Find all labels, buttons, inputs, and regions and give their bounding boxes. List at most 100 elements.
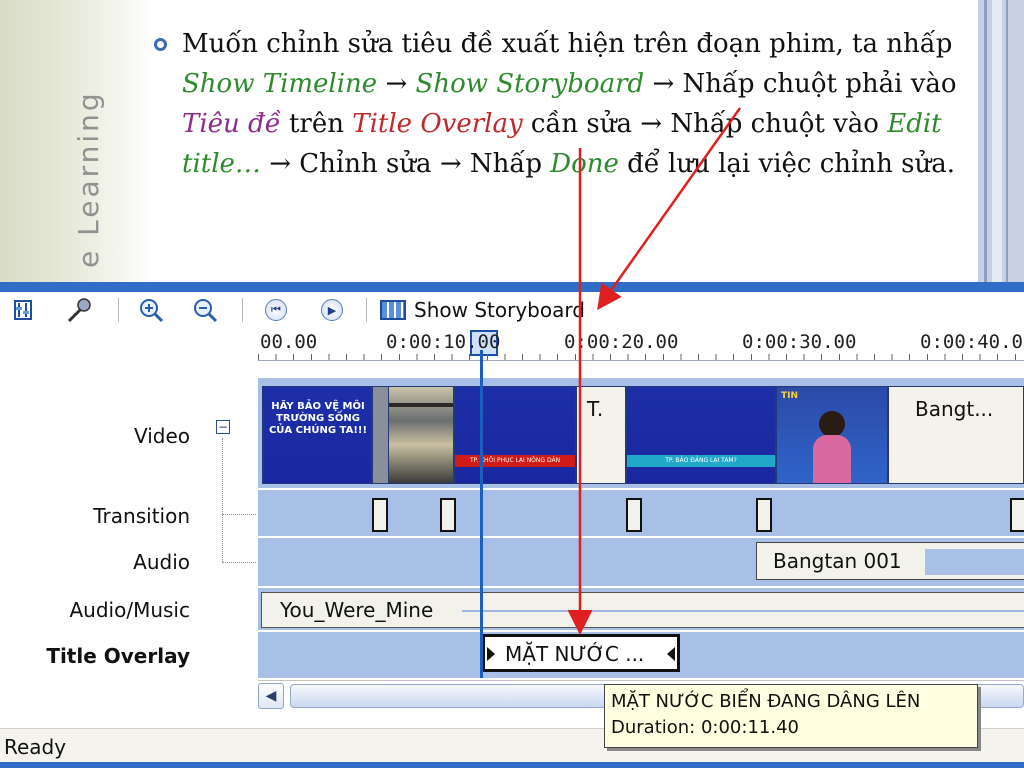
- ruler-tick-label: 0:00:10.00: [386, 331, 501, 353]
- audio-waveform: [925, 549, 1024, 575]
- minus-icon: −: [217, 420, 229, 434]
- title-tooltip: MẶT NƯỚC BIỂN ĐANG DÂNG LÊN Duration: 0:…: [604, 684, 978, 748]
- scroll-left-button[interactable]: ◀: [258, 683, 284, 709]
- audio-clip-label: Bangtan 001: [773, 549, 902, 573]
- window-top-border: [0, 282, 1024, 292]
- tooltip-title: MẶT NƯỚC BIỂN ĐANG DÂNG LÊN: [611, 691, 921, 712]
- track-label-video: Video: [133, 424, 190, 448]
- presenter-body: [813, 435, 851, 483]
- timeline-toolbar: ⏮ ▶ Show Storyboard: [0, 292, 1024, 328]
- transition-track: [258, 490, 1024, 536]
- ruler-tick-label: 0:00:20.00: [564, 331, 679, 353]
- video-clip[interactable]: TP. KHÔI PHỤC LẠI NÔNG DÂN: [454, 386, 576, 484]
- slide: e Learning Muốn chỉnh sửa tiêu đề xuất h…: [0, 0, 1024, 282]
- track-label-title-overlay: Title Overlay: [46, 644, 190, 668]
- text-show-timeline: Show Timeline: [182, 69, 378, 99]
- text-part: cần sửa: [530, 109, 633, 139]
- clip-horizon: [389, 403, 453, 407]
- show-storyboard-label: Show Storyboard: [414, 298, 585, 322]
- rewind-button[interactable]: ⏮: [262, 297, 290, 323]
- playhead-line[interactable]: [480, 350, 483, 678]
- audio-track: Bangtan 001: [258, 538, 1024, 586]
- text-part: để lưu lại việc chỉnh sửa.: [627, 149, 955, 179]
- music-clip[interactable]: You_Were_Mine: [261, 592, 1024, 628]
- trim-left-icon: [487, 647, 495, 661]
- text-part: Nhấp: [469, 149, 542, 179]
- text-show-storyboard: Show Storyboard: [415, 69, 645, 99]
- clip-caption: HÃY BẢO VỆ MÔI TRƯỜNG SỐNG CỦA CHÚNG TA!…: [268, 401, 368, 436]
- track-label-music: Audio/Music: [69, 598, 191, 622]
- transition-marker[interactable]: [756, 498, 772, 532]
- track-label-audio: Audio: [133, 550, 190, 574]
- video-clip[interactable]: [388, 386, 454, 484]
- arrow: →: [385, 69, 408, 99]
- video-clip[interactable]: TIN: [776, 386, 888, 484]
- toolbar-separator: [366, 298, 367, 322]
- rewind-icon: ⏮: [265, 299, 287, 321]
- decoration-line: [1006, 0, 1008, 282]
- ruler-tick-label: 00.00: [260, 331, 318, 353]
- text-part: Muốn chỉnh sửa tiêu đề xuất hiện trên đo…: [182, 29, 953, 59]
- transition-marker[interactable]: [626, 498, 642, 532]
- collapse-video-button[interactable]: −: [216, 420, 230, 434]
- clip-label: T.: [587, 397, 604, 421]
- zoom-in-button[interactable]: [136, 297, 166, 323]
- transition-marker[interactable]: [1010, 498, 1024, 532]
- decoration-line: [992, 0, 1002, 282]
- toolbar-separator: [118, 298, 119, 322]
- tree-line: [222, 562, 256, 563]
- text-part: Nhấp chuột vào: [670, 109, 879, 139]
- audio-clip[interactable]: Bangtan 001: [756, 542, 1024, 580]
- music-clip-label: You_Were_Mine: [280, 598, 434, 622]
- transition-marker[interactable]: [440, 498, 456, 532]
- text-tieu-de: Tiêu đề: [182, 109, 281, 139]
- clip-caption: TP. KHÔI PHỤC LẠI NÔNG DÂN: [455, 455, 575, 467]
- arrow: →: [652, 69, 675, 99]
- zoom-out-button[interactable]: [190, 297, 220, 323]
- arrow: →: [640, 109, 663, 139]
- text-title-overlay: Title Overlay: [352, 109, 523, 139]
- title-overlay-track: MẶT NƯỚC ...: [258, 632, 1024, 678]
- timeline-ruler[interactable]: 00.00 0:00:10.00 0:00:20.00 0:00:30.00 0…: [258, 328, 1024, 361]
- show-storyboard-button[interactable]: Show Storyboard: [380, 297, 620, 323]
- play-icon: ▶: [321, 299, 343, 321]
- zoom-out-icon: [194, 299, 218, 323]
- clip-label: Bangt...: [915, 397, 994, 421]
- watermark: e Learning: [72, 90, 105, 268]
- text-part: Chỉnh sửa: [299, 149, 432, 179]
- video-clip[interactable]: Bangt...: [888, 386, 1024, 484]
- narrate-timeline-button[interactable]: [62, 297, 96, 323]
- video-track: HÃY BẢO VỆ MÔI TRƯỜNG SỐNG CỦA CHÚNG TA!…: [258, 378, 1024, 488]
- music-track: You_Were_Mine: [258, 588, 1024, 630]
- music-waveform: [462, 610, 1024, 612]
- text-done: Done: [550, 149, 619, 179]
- video-clip[interactable]: T.: [576, 386, 626, 484]
- tree-line: [222, 514, 256, 515]
- zoom-in-icon: [140, 299, 164, 323]
- video-clip[interactable]: TP. BẢO ĐẢNG LẠI TAM?: [626, 386, 776, 484]
- title-clip-label: MẶT NƯỚC ...: [505, 642, 645, 666]
- tree-line: [222, 438, 223, 562]
- microphone-icon: [67, 298, 91, 323]
- audio-levels-icon: [14, 300, 32, 320]
- clip-caption: TP. BẢO ĐẢNG LẠI TAM?: [627, 455, 775, 467]
- transition-marker[interactable]: [372, 498, 388, 532]
- ruler-tick-label: 0:00:30.00: [742, 331, 857, 353]
- trim-right-icon: [667, 647, 675, 661]
- ruler-ticks: [258, 354, 1024, 360]
- video-clip[interactable]: HÃY BẢO VỆ MÔI TRƯỜNG SỐNG CỦA CHÚNG TA!…: [262, 386, 372, 484]
- arrow: →: [439, 149, 462, 179]
- play-button[interactable]: ▶: [318, 297, 346, 323]
- bullet-icon: [154, 38, 167, 51]
- track-label-transition: Transition: [93, 504, 190, 528]
- instruction-text: Muốn chỉnh sửa tiêu đề xuất hiện trên đo…: [182, 24, 992, 184]
- set-audio-levels-button[interactable]: [10, 297, 36, 323]
- text-part: Nhấp chuột phải vào: [682, 69, 957, 99]
- presenter-head: [819, 411, 845, 437]
- toolbar-separator: [242, 298, 243, 322]
- title-overlay-clip[interactable]: MẶT NƯỚC ...: [482, 634, 680, 672]
- clip-badge: TIN: [781, 391, 799, 401]
- storyboard-icon: [380, 300, 406, 320]
- chevron-left-icon: ◀: [265, 688, 277, 704]
- arrow: →: [269, 149, 291, 179]
